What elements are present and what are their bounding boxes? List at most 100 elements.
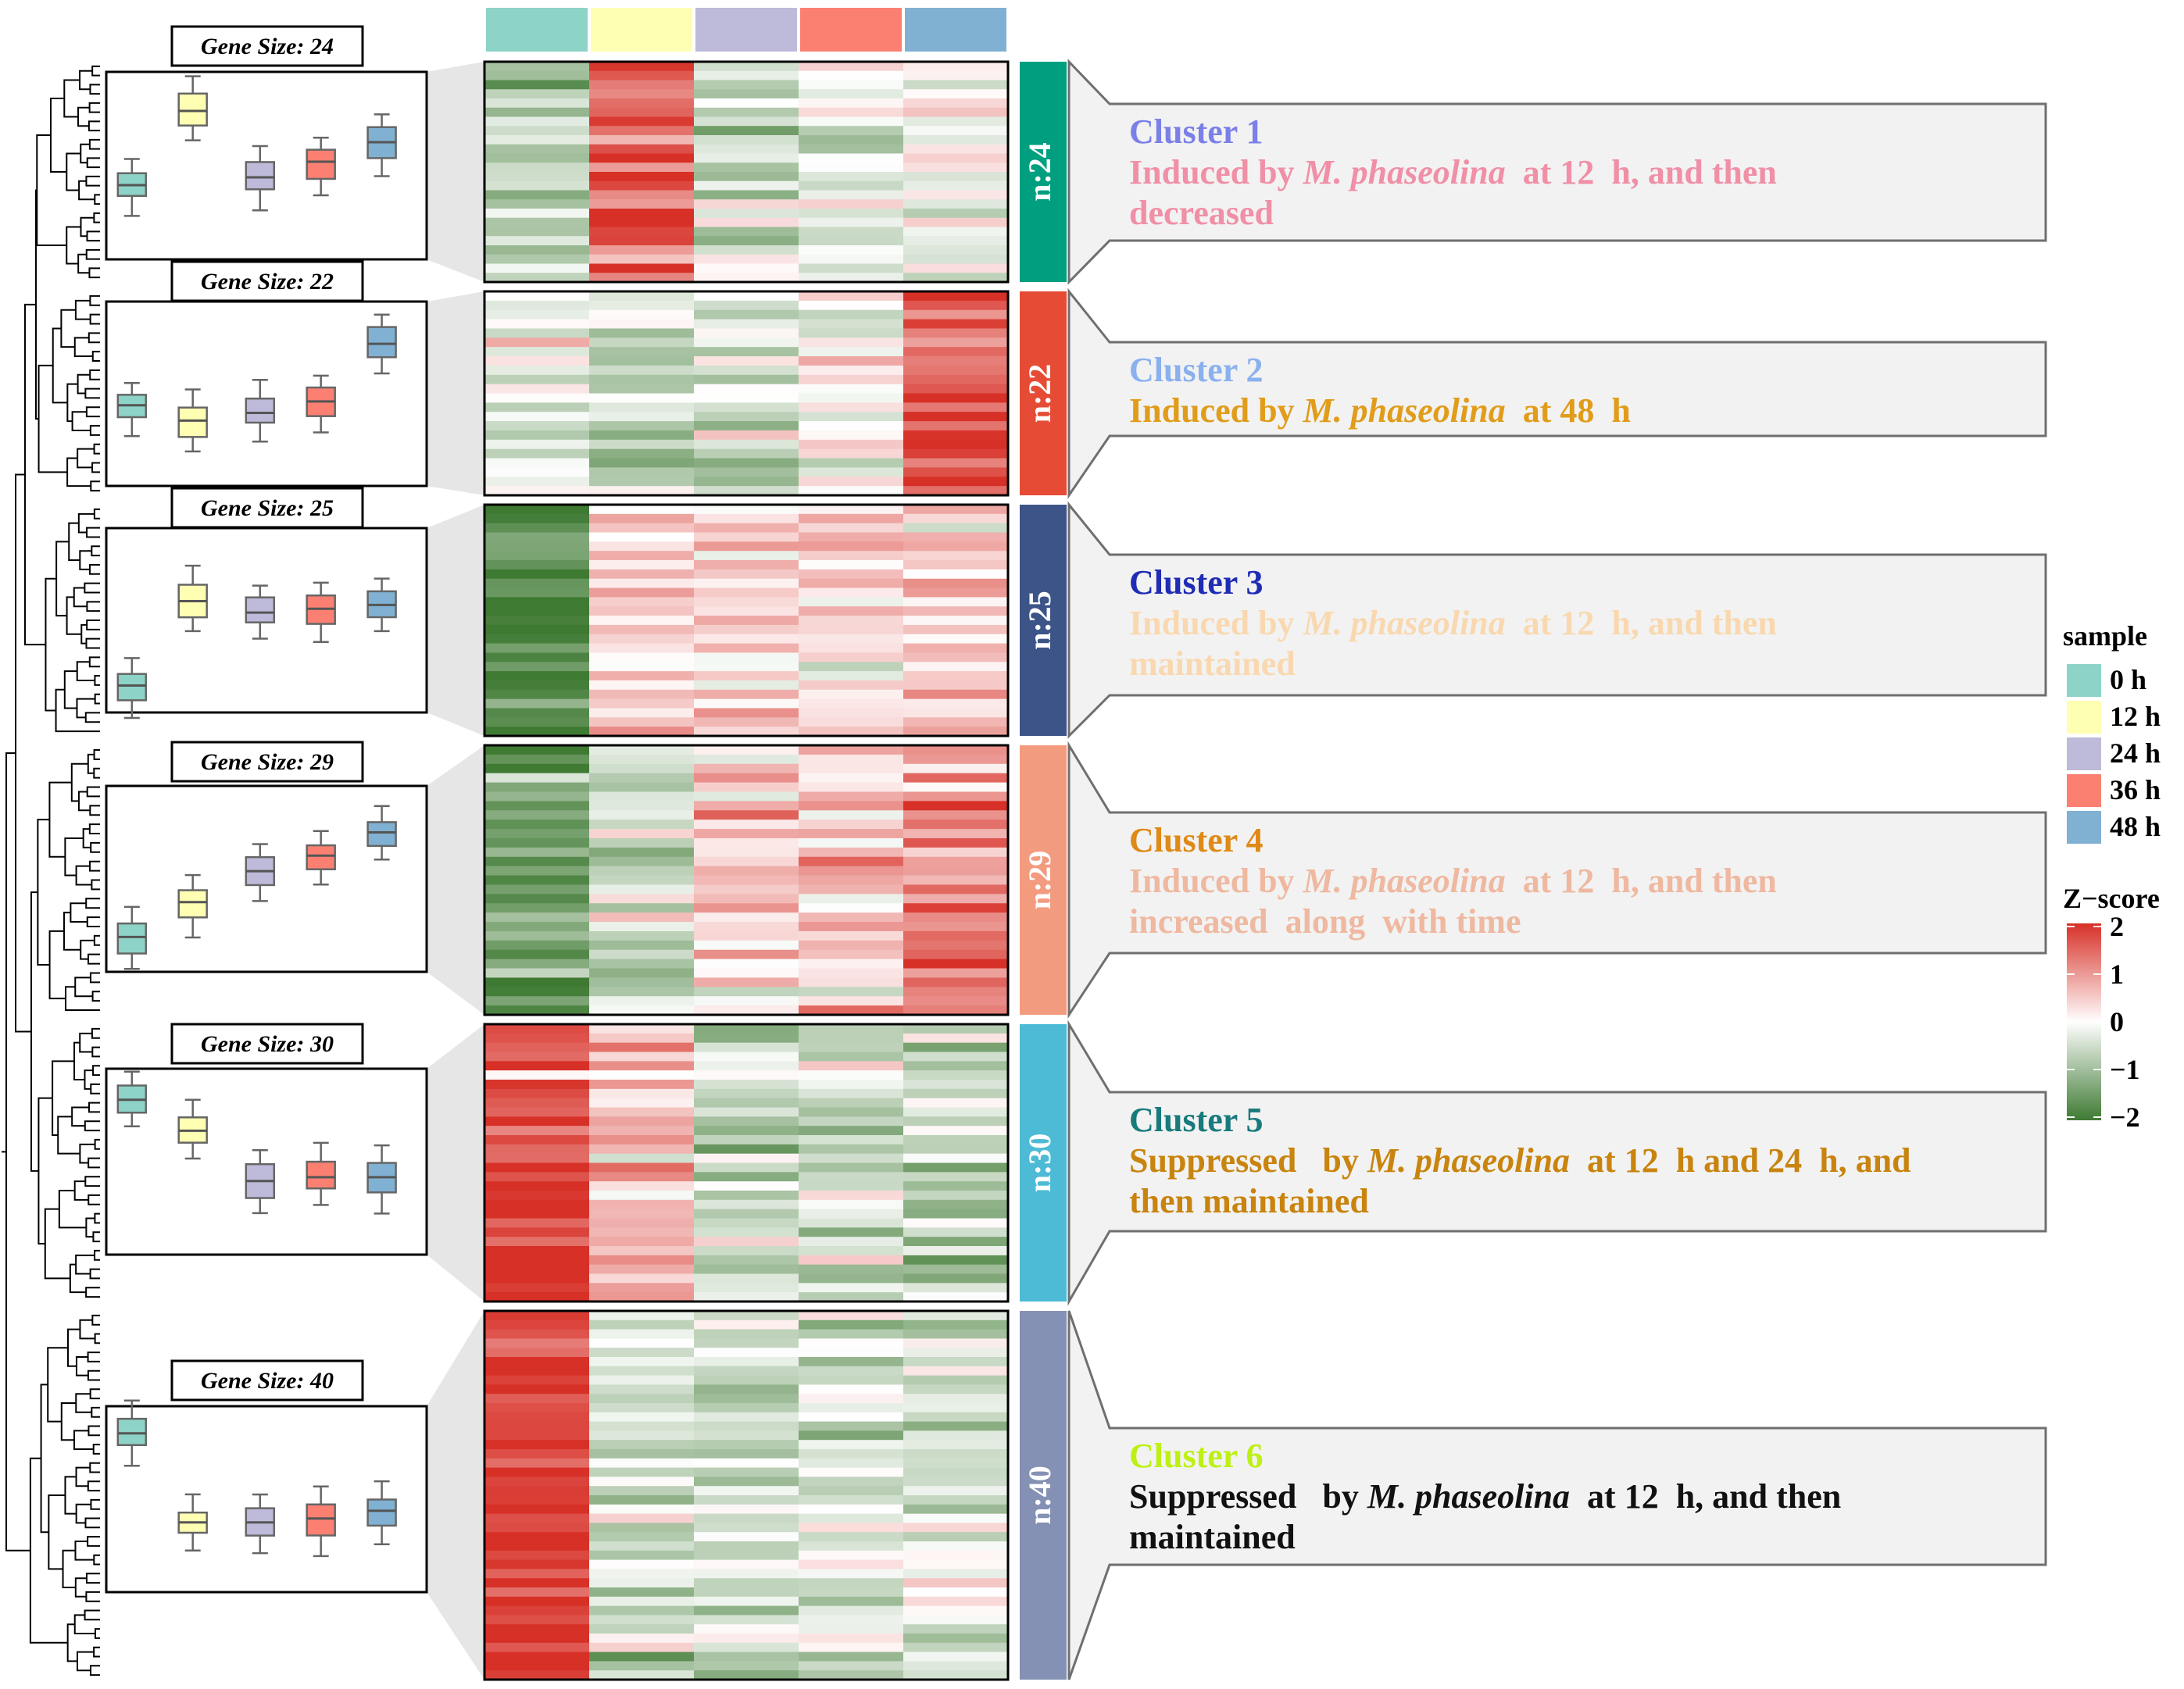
heatmap-cell — [903, 1070, 1009, 1080]
heatmap-cell — [799, 671, 904, 681]
heatmap-cell — [589, 1088, 695, 1099]
heatmap-cell — [589, 680, 695, 691]
heatmap-cell — [484, 153, 590, 163]
heatmap-cell — [903, 922, 1009, 932]
heatmap-cell — [589, 1523, 695, 1533]
boxplot-box-12h — [177, 406, 208, 438]
heatmap-cell — [903, 291, 1009, 302]
heatmap-cell — [799, 1153, 904, 1164]
heatmap-cell — [589, 1412, 695, 1423]
heatmap-cell — [799, 162, 904, 173]
heatmap-cell — [903, 1449, 1009, 1459]
heatmap-cell — [589, 717, 695, 727]
heatmap-cell — [694, 987, 799, 997]
dendrogram-branch — [93, 443, 100, 455]
heatmap-cluster-1 — [483, 60, 1010, 284]
heatmap-cell — [903, 662, 1009, 672]
heatmap-cell — [589, 374, 695, 385]
heatmap-cell — [589, 180, 695, 191]
heatmap-cell — [484, 1357, 590, 1367]
heatmap-cell — [484, 263, 590, 273]
heatmap-cell — [484, 1559, 590, 1569]
heatmap-cell — [484, 70, 590, 81]
heatmap-cell — [484, 1384, 590, 1394]
heatmap-cell — [903, 144, 1009, 155]
dendrogram-branch — [73, 1180, 89, 1201]
dendrogram-branch — [94, 1212, 100, 1224]
heatmap-cell — [903, 319, 1009, 330]
dendrogram-branch — [93, 1554, 100, 1566]
species-name: M. phaseolina — [1303, 153, 1506, 191]
dendrogram-branch — [93, 1646, 100, 1658]
gene-size-label: Gene Size: 22 — [201, 269, 334, 295]
heatmap-cell — [903, 62, 1009, 72]
heatmap-cell — [799, 930, 904, 941]
heatmap-cell — [589, 1338, 695, 1348]
heatmap-cell — [484, 1255, 590, 1266]
heatmap-cell — [484, 1080, 590, 1090]
dendrogram-branch — [94, 1628, 100, 1639]
heatmap-cell — [799, 1578, 904, 1588]
dendrogram-branch — [57, 1116, 80, 1155]
heatmap-cell — [694, 1642, 799, 1653]
heatmap-cell — [484, 643, 590, 654]
heatmap-cell — [903, 959, 1009, 969]
heatmap-cell — [484, 708, 590, 718]
callout-cluster-3: Cluster 3Induced by M. phaseolina at 12 … — [1067, 501, 2047, 739]
heatmap-cell — [589, 959, 695, 969]
dendrogram-branch — [88, 1194, 100, 1205]
heatmap-cell — [903, 430, 1009, 441]
heatmap-cell — [589, 309, 695, 320]
dendrogram-branch — [89, 1665, 100, 1677]
heatmap-cluster-4 — [483, 744, 1010, 1016]
heatmap-cell — [484, 458, 590, 469]
heatmap-cell — [589, 1061, 695, 1071]
dendrogram-branch — [89, 295, 100, 306]
heatmap-cell — [799, 940, 904, 951]
heatmap-cell — [589, 412, 695, 422]
heatmap-cell — [799, 587, 904, 598]
heatmap-cell — [484, 1283, 590, 1293]
heatmap-cell — [694, 922, 799, 932]
heatmap-cell — [799, 263, 904, 273]
heatmap-cell — [903, 689, 1009, 700]
heatmap-cell — [799, 773, 904, 784]
heatmap-cell — [484, 912, 590, 923]
heatmap-cell — [799, 541, 904, 552]
heatmap-cell — [484, 126, 590, 136]
heatmap-cell — [589, 541, 695, 552]
heatmap-cell — [484, 217, 590, 228]
heatmap-cell — [903, 384, 1009, 395]
dendrogram-branch — [77, 106, 90, 127]
heatmap-cell — [799, 1605, 904, 1616]
heatmap-cell — [589, 98, 695, 109]
heatmap-cell — [903, 810, 1009, 820]
heatmap-cell — [589, 356, 695, 366]
heatmap-cell — [799, 1191, 904, 1201]
heatmap-cell — [903, 1504, 1009, 1515]
heatmap-cell — [694, 384, 799, 395]
heatmap-cell — [589, 448, 695, 459]
heatmap-cell — [694, 1191, 799, 1201]
heatmap-cell — [589, 1144, 695, 1155]
heatmap-cell — [484, 662, 590, 672]
heatmap-cell — [903, 930, 1009, 941]
heatmap-cell — [484, 1209, 590, 1219]
heatmap-cell — [694, 209, 799, 219]
heatmap-cluster-5 — [483, 1023, 1010, 1303]
heatmap-cell — [589, 513, 695, 524]
dendrogram-branch — [77, 373, 91, 395]
heatmap-cell — [589, 89, 695, 99]
heatmap-cell — [799, 643, 904, 654]
heatmap-cell — [694, 560, 799, 570]
heatmap-cell — [799, 1642, 904, 1653]
heatmap-cell — [903, 745, 1009, 755]
heatmap-cell — [589, 1440, 695, 1450]
heatmap-cell — [694, 1070, 799, 1080]
heatmap-cell — [799, 1513, 904, 1523]
heatmap-cell — [799, 1116, 904, 1127]
legend-swatch — [2067, 811, 2101, 844]
heatmap-cell — [484, 949, 590, 960]
heatmap-cell — [903, 763, 1009, 774]
heatmap-cell — [484, 894, 590, 904]
